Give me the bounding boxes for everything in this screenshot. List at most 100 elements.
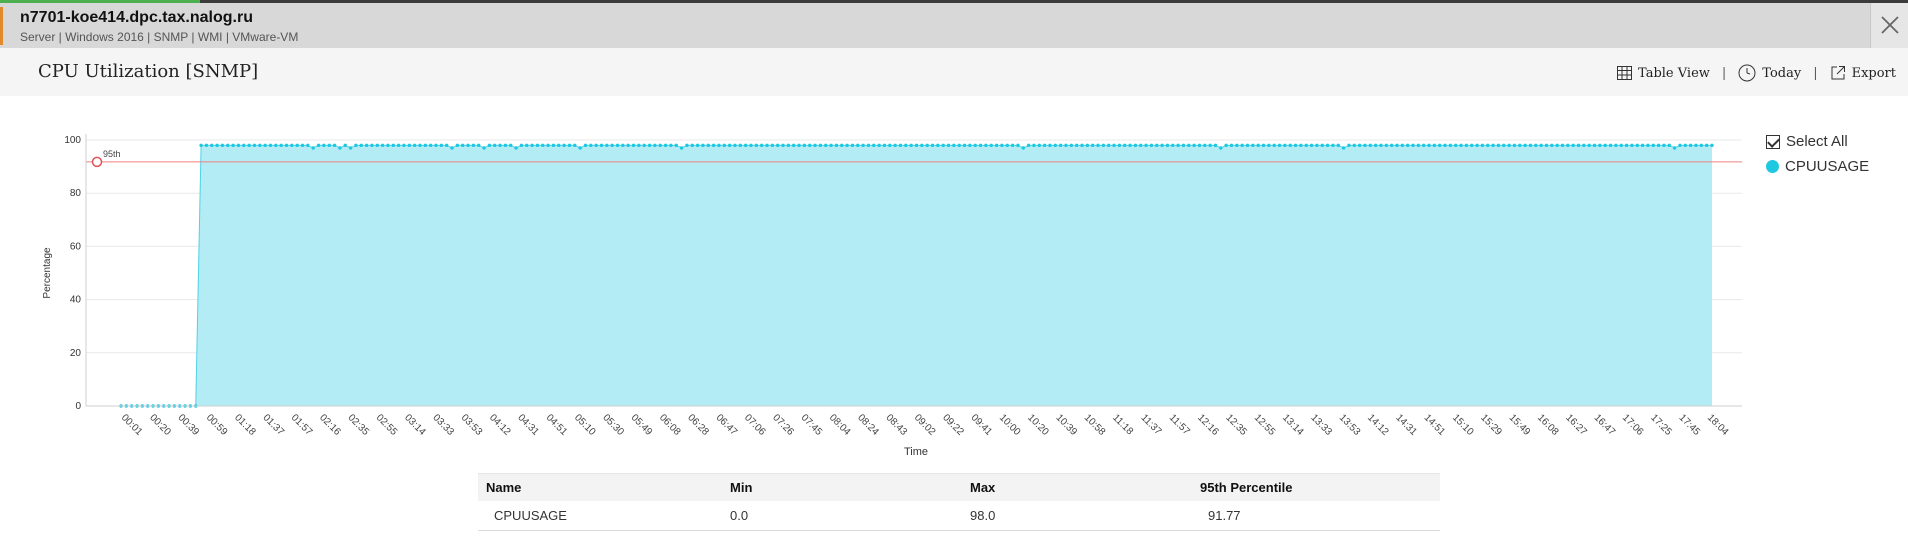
data-point	[920, 143, 924, 148]
data-point	[1448, 143, 1453, 148]
data-point	[268, 143, 273, 148]
data-point	[338, 146, 342, 150]
data-point	[968, 143, 972, 148]
data-point	[391, 143, 395, 148]
data-point	[1123, 143, 1127, 148]
data-point	[1587, 143, 1591, 148]
select-all-checkbox[interactable]	[1766, 134, 1780, 149]
data-point	[1128, 143, 1132, 148]
series-dot-icon	[1766, 160, 1779, 173]
data-point	[1000, 143, 1004, 148]
data-point	[1090, 143, 1095, 148]
data-point	[1427, 143, 1431, 148]
data-point	[1635, 143, 1639, 148]
data-point	[380, 143, 385, 148]
table-view-label: Table View	[1638, 65, 1710, 81]
data-point	[866, 143, 871, 148]
data-point	[1096, 143, 1100, 148]
data-point	[914, 143, 919, 148]
data-point	[1534, 143, 1538, 148]
data-point	[1672, 146, 1677, 150]
data-point	[1704, 143, 1709, 148]
data-point	[1395, 143, 1399, 148]
data-point	[1021, 146, 1025, 150]
export-button[interactable]: Export	[1830, 65, 1896, 81]
data-point	[1368, 143, 1373, 148]
data-point	[1544, 143, 1549, 148]
table-view-button[interactable]: Table View	[1617, 66, 1710, 81]
data-point	[1688, 143, 1693, 148]
data-point	[1016, 143, 1020, 148]
toolbar-separator: |	[1721, 65, 1727, 81]
time-range-button[interactable]: Today	[1738, 64, 1801, 82]
data-point	[621, 143, 625, 148]
data-point	[1373, 143, 1378, 148]
x-tick-label: 14:12	[1365, 412, 1391, 438]
data-point	[679, 146, 684, 150]
x-tick-label: 12:16	[1195, 412, 1221, 438]
chart-svg: 95th 02040608010000:01 00:20 00:39 00:59 01:…	[42, 134, 1742, 458]
data-point	[1069, 143, 1074, 148]
data-point	[1662, 143, 1666, 148]
data-point	[781, 143, 785, 148]
data-point	[428, 143, 433, 148]
y-tick-label: 20	[70, 348, 82, 359]
data-point	[242, 143, 246, 148]
data-point	[247, 143, 251, 148]
data-point	[690, 143, 694, 148]
data-point	[1405, 143, 1410, 148]
data-point	[327, 143, 331, 148]
data-point	[834, 143, 839, 148]
legend-item-label: CPUUSAGE	[1785, 158, 1870, 175]
x-tick-label: 08:04	[827, 412, 853, 438]
data-point	[295, 143, 299, 148]
data-point	[994, 143, 999, 148]
data-point	[1085, 143, 1090, 148]
data-point	[738, 143, 743, 148]
data-point	[1176, 143, 1180, 148]
data-point	[1074, 143, 1079, 148]
threshold-marker	[91, 156, 103, 168]
data-point	[1438, 143, 1442, 148]
export-icon	[1831, 66, 1845, 80]
legend-item-cpuusage[interactable]: CPUUSAGE	[1766, 158, 1869, 175]
data-point	[493, 143, 497, 148]
data-point	[674, 143, 678, 148]
series-area	[121, 145, 1712, 406]
x-axis-title: Time	[904, 446, 928, 458]
close-button[interactable]	[1870, 3, 1908, 51]
x-tick-label: 03:14	[402, 412, 428, 438]
data-point	[567, 143, 572, 148]
x-tick-label: 15:29	[1478, 412, 1504, 438]
data-point	[1512, 143, 1517, 148]
data-point	[460, 143, 465, 148]
x-tick-label: 07:45	[799, 412, 825, 438]
data-point	[557, 143, 561, 148]
x-tick-label: 07:06	[742, 412, 768, 438]
data-point	[1496, 143, 1501, 148]
x-tick-label: 10:20	[1025, 412, 1051, 438]
data-point	[311, 146, 315, 150]
data-point	[1213, 143, 1218, 148]
data-point	[898, 143, 903, 148]
select-all-toggle[interactable]: Select All	[1766, 133, 1869, 150]
time-range-label: Today	[1762, 65, 1802, 81]
data-point	[856, 143, 860, 148]
data-point	[1603, 143, 1607, 148]
x-tick-label: 07:26	[770, 412, 796, 438]
x-tick-label: 11:57	[1167, 412, 1192, 437]
data-point	[904, 143, 908, 148]
chart-toolbar: Table View | Today | Export	[1617, 64, 1896, 82]
data-point	[989, 143, 993, 148]
data-point	[1582, 143, 1586, 148]
data-point	[1101, 143, 1106, 148]
x-tick-label: 05:30	[600, 412, 626, 438]
data-point	[1165, 143, 1170, 148]
data-point	[1208, 143, 1212, 148]
status-accent	[0, 7, 3, 45]
data-point	[1592, 143, 1597, 148]
data-point	[962, 143, 967, 148]
data-point	[802, 143, 807, 148]
data-point	[770, 143, 775, 148]
data-point	[226, 143, 230, 148]
